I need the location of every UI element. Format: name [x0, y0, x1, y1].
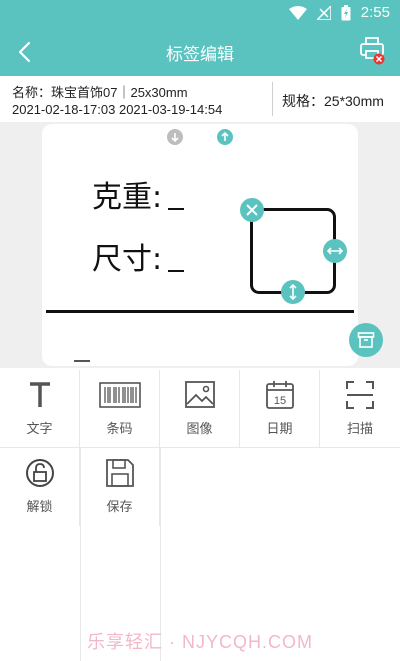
canvas-small-line[interactable]	[74, 360, 90, 362]
tool-label: 文字	[26, 421, 53, 436]
status-icons: 2:55	[288, 4, 390, 21]
barcode-icon	[99, 382, 141, 408]
no-signal-icon	[316, 5, 331, 20]
wifi-icon	[288, 5, 307, 20]
tool-row-1: 文字 条码 图像 15 日期 扫描	[0, 370, 400, 448]
page-title: 标签编辑	[166, 45, 234, 64]
printer-icon	[360, 37, 385, 65]
tool-panel: 文字 条码 图像 15 日期 扫描 解锁 保存	[0, 370, 400, 661]
image-icon	[185, 381, 215, 408]
tool-barcode[interactable]: 条码	[80, 370, 160, 448]
resize-horizontal-handle[interactable]	[323, 239, 347, 263]
canvas-area: 克重: 尺寸:	[0, 122, 400, 368]
move-up-button[interactable]	[217, 129, 233, 145]
tool-label: 图像	[186, 421, 213, 436]
label-info-bar: 名称：珠宝首饰07｜25x30mm 2021-02-18-17:03 2021-…	[0, 76, 400, 122]
text-cursor	[168, 270, 184, 272]
tool-scan[interactable]: 扫描	[320, 370, 400, 448]
vertical-resize-icon	[289, 284, 297, 300]
battery-charging-icon	[341, 4, 351, 20]
tool-image[interactable]: 图像	[160, 370, 240, 448]
close-icon	[246, 204, 258, 216]
delete-element-button[interactable]	[240, 198, 264, 222]
text-cursor	[168, 208, 184, 210]
tool-label: 条码	[106, 421, 133, 436]
template-archive-button[interactable]	[349, 323, 383, 357]
info-divider	[272, 82, 273, 116]
watermark: 乐享轻汇 · NJYCQH.COM	[87, 632, 313, 652]
horizontal-resize-icon	[327, 247, 343, 255]
calendar-day: 15	[274, 395, 286, 407]
label-info: 名称：珠宝首饰07｜25x30mm 2021-02-18-17:03 2021-…	[12, 84, 222, 118]
text-icon	[30, 382, 50, 407]
scan-icon	[346, 381, 374, 409]
tool-text[interactable]: 文字	[0, 370, 80, 448]
label-spec: 规格：25*30mm	[282, 93, 384, 109]
canvas-line[interactable]	[46, 310, 354, 313]
printer-disconnected-button[interactable]	[360, 36, 386, 66]
label-name: 名称：珠宝首饰07｜25x30mm	[12, 85, 188, 100]
arrow-down-icon	[171, 133, 179, 143]
app-bar: 标签编辑	[0, 28, 400, 76]
arrow-up-icon	[221, 131, 229, 141]
label-canvas[interactable]: 克重: 尺寸:	[42, 124, 358, 366]
canvas-text-weight[interactable]: 克重:	[92, 172, 162, 216]
calendar-icon: 15	[266, 381, 294, 409]
tool-date[interactable]: 15 日期	[240, 370, 320, 448]
tool-label: 扫描	[346, 421, 373, 436]
move-down-button[interactable]	[167, 129, 183, 145]
canvas-text-size[interactable]: 尺寸:	[92, 234, 162, 278]
status-bar: 2:55	[0, 0, 400, 28]
resize-vertical-handle[interactable]	[281, 280, 305, 304]
status-time: 2:55	[360, 4, 390, 21]
label-dates: 2021-02-18-17:03 2021-03-19-14:54	[12, 102, 223, 117]
archive-icon	[357, 332, 375, 348]
tool-label: 日期	[266, 421, 293, 436]
